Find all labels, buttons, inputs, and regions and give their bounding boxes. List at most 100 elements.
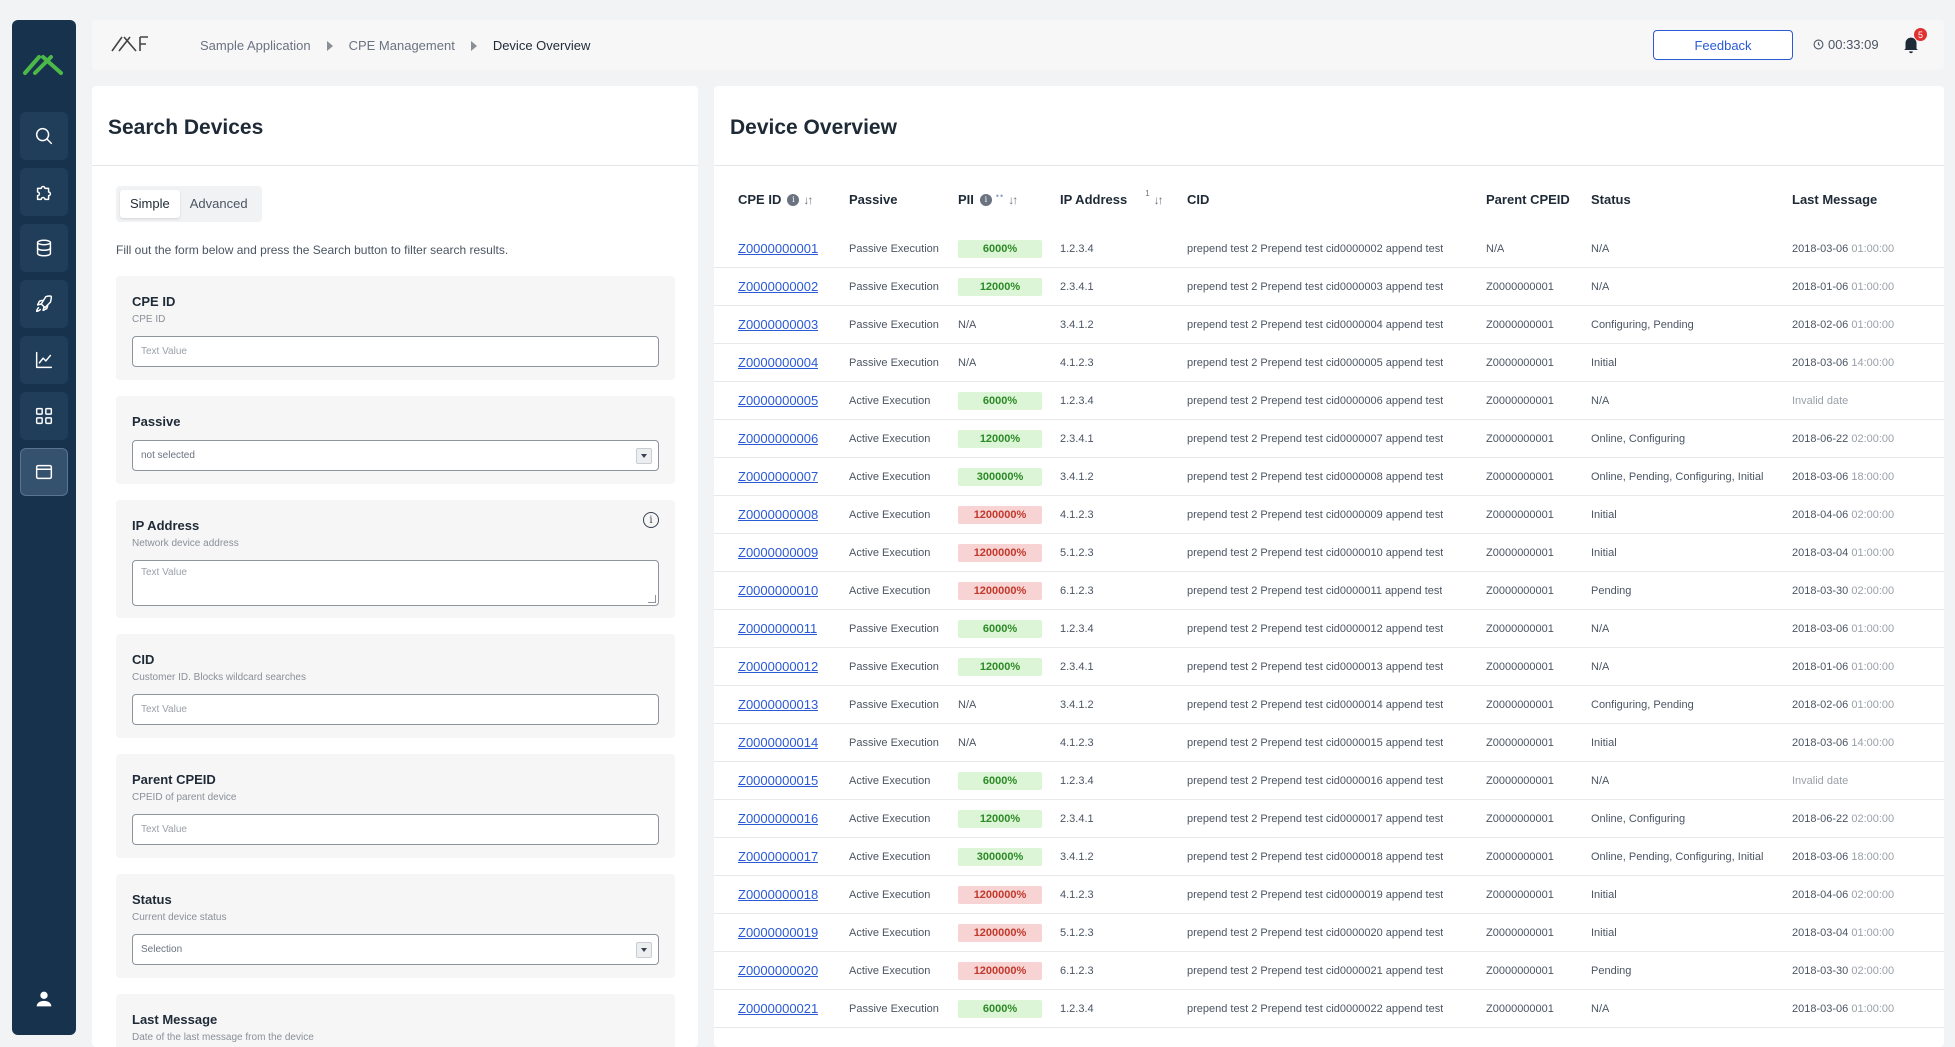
table-row[interactable]: Z0000000001 Passive Execution 6000% 1.2.3.4… (714, 230, 1944, 268)
rocket-icon (35, 295, 53, 313)
column-header-cpe-id[interactable]: CPE ID i ↓↑ (738, 186, 813, 214)
cpe-id-link[interactable]: Z0000000011 (738, 621, 817, 636)
table-row[interactable]: Z0000000007 Active Execution 300000% 3.4.1.… (714, 458, 1944, 496)
breadcrumb-cpe-management[interactable]: CPE Management (349, 38, 455, 53)
cpe-id-link[interactable]: Z0000000014 (738, 735, 818, 750)
cpe-id-link[interactable]: Z0000000018 (738, 887, 818, 902)
table-row[interactable]: Z0000000004 Passive Execution N/A 4.1.2.3 pr… (714, 344, 1944, 382)
cid-cell: prepend test 2 Prepend test cid0000009 a… (1187, 509, 1444, 521)
nav-search[interactable] (20, 112, 68, 160)
table-row[interactable]: Z0000000003 Passive Execution N/A 3.4.1.2 pr… (714, 306, 1944, 344)
table-row[interactable]: Z0000000002 Passive Execution 12000% 2.3.4.… (714, 268, 1944, 306)
parent-cpeid-input[interactable]: Text Value (132, 814, 659, 845)
ip-address-input[interactable]: Text Value (132, 560, 659, 606)
sort-icon[interactable]: ↓↑ (1008, 186, 1018, 214)
cpe-id-link[interactable]: Z0000000019 (738, 925, 818, 940)
mode-advanced[interactable]: Advanced (180, 190, 258, 218)
nav-analytics[interactable] (20, 336, 68, 384)
cpe-id-input[interactable]: Text Value (132, 336, 659, 367)
nav-deploy[interactable] (20, 280, 68, 328)
breadcrumb-sample-application[interactable]: Sample Application (200, 38, 311, 53)
last-message-cell: 2018-04-06 02:00:00 (1792, 496, 1894, 534)
column-header-pii[interactable]: PII i •• ↓↑ (958, 186, 1018, 214)
cpe-id-cell: Z0000000012 (738, 648, 818, 686)
overview-title: Device Overview (730, 116, 897, 139)
cpe-id-cell: Z0000000003 (738, 306, 818, 344)
app-logo[interactable] (12, 44, 76, 84)
table-row[interactable]: Z0000000008 Active Execution 1200000% 4.1.2… (714, 496, 1944, 534)
table-row[interactable]: Z0000000014 Passive Execution N/A 4.1.2.3 pr… (714, 724, 1944, 762)
cpe-id-link[interactable]: Z0000000006 (738, 431, 818, 446)
cpe-id-link[interactable]: Z0000000007 (738, 469, 818, 484)
passive-cell: Passive Execution (849, 661, 939, 673)
nav-database[interactable] (20, 224, 68, 272)
cid-input[interactable]: Text Value (132, 694, 659, 725)
column-header-last-message[interactable]: Last Message (1792, 186, 1877, 214)
column-label-ip-address: IP Address (1060, 192, 1128, 207)
cpe-id-link[interactable]: Z0000000008 (738, 507, 818, 522)
table-row[interactable]: Z0000000010 Active Execution 1200000% 6.1.2… (714, 572, 1944, 610)
status-select[interactable]: Selection (132, 934, 659, 965)
cpe-id-cell: Z0000000021 (738, 990, 818, 1028)
cpe-id-link[interactable]: Z0000000016 (738, 811, 818, 826)
user-profile-button[interactable] (20, 975, 68, 1023)
cpe-id-link[interactable]: Z0000000020 (738, 963, 818, 978)
nav-devices[interactable] (20, 448, 68, 496)
cpe-id-link[interactable]: Z0000000004 (738, 355, 818, 370)
table-row[interactable]: Z0000000006 Active Execution 12000% 2.3.4.1… (714, 420, 1944, 458)
pii-cell: 1200000% (958, 572, 1042, 610)
pii-cell: 1200000% (958, 876, 1042, 914)
sort-icon[interactable]: ↓↑ (803, 186, 813, 214)
pii-cell: 1200000% (958, 496, 1042, 534)
table-row[interactable]: Z0000000015 Active Execution 6000% 1.2.3.4 p… (714, 762, 1944, 800)
cpe-id-link[interactable]: Z0000000005 (738, 393, 818, 408)
resize-handle-icon[interactable] (648, 595, 656, 603)
more-icon[interactable]: •• (996, 182, 1004, 210)
cpe-id-link[interactable]: Z0000000001 (738, 241, 818, 256)
table-row[interactable]: Z0000000020 Active Execution 1200000% 6.1.2… (714, 952, 1944, 990)
feedback-button[interactable]: Feedback (1653, 30, 1793, 60)
passive-select[interactable]: not selected (132, 440, 659, 471)
info-icon[interactable]: i (979, 194, 992, 206)
table-row[interactable]: Z0000000013 Passive Execution N/A 3.4.1.2 pr… (714, 686, 1944, 724)
nav-extensions[interactable] (20, 168, 68, 216)
passive-cell: Active Execution (849, 965, 931, 977)
last-message-date: 2018-02-06 (1792, 319, 1852, 331)
column-header-ip-address[interactable]: IP Address 1 ↓↑ (1060, 186, 1164, 214)
cpe-id-link[interactable]: Z0000000017 (738, 849, 818, 864)
cpe-id-link[interactable]: Z0000000021 (738, 1001, 818, 1016)
column-header-status[interactable]: Status (1591, 186, 1631, 214)
cpe-id-link[interactable]: Z0000000015 (738, 773, 818, 788)
column-header-passive[interactable]: Passive (849, 186, 897, 214)
notifications-button[interactable]: 5 (1900, 28, 1927, 57)
cid-cell: prepend test 2 Prepend test cid0000013 a… (1187, 661, 1444, 673)
table-row[interactable]: Z0000000017 Active Execution 300000% 3.4.1.… (714, 838, 1944, 876)
cpe-id-link[interactable]: Z0000000003 (738, 317, 818, 332)
last-message-time: 01:00:00 (1851, 699, 1895, 711)
last-message-time: 02:00:00 (1851, 509, 1895, 521)
info-icon[interactable]: i (643, 512, 659, 528)
passive-cell: Passive Execution (849, 1003, 939, 1015)
info-icon[interactable]: i (787, 194, 800, 206)
cpe-id-link[interactable]: Z0000000002 (738, 279, 818, 294)
sort-icon[interactable]: ↓↑ (1154, 186, 1164, 214)
cpe-id-link[interactable]: Z0000000013 (738, 697, 818, 712)
column-header-cid[interactable]: CID (1187, 186, 1209, 214)
table-row[interactable]: Z0000000018 Active Execution 1200000% 4.1.2… (714, 876, 1944, 914)
table-row[interactable]: Z0000000019 Active Execution 1200000% 5.1.2… (714, 914, 1944, 952)
table-row[interactable]: Z0000000016 Active Execution 12000% 2.3.4.1… (714, 800, 1944, 838)
brand-logo[interactable] (110, 34, 162, 57)
nav-apps[interactable] (20, 392, 68, 440)
table-row[interactable]: Z0000000005 Active Execution 6000% 1.2.3.4 p… (714, 382, 1944, 420)
table-row[interactable]: Z0000000011 Passive Execution 6000% 1.2.3.4… (714, 610, 1944, 648)
table-row[interactable]: Z0000000009 Active Execution 1200000% 5.1.2… (714, 534, 1944, 572)
cpe-id-link[interactable]: Z0000000010 (738, 583, 818, 598)
pii-badge: 1200000% (958, 924, 1042, 943)
cpe-id-link[interactable]: Z0000000012 (738, 659, 818, 674)
search-devices-panel: Search Devices Simple Advanced Fill out … (92, 86, 698, 1047)
cpe-id-link[interactable]: Z0000000009 (738, 545, 818, 560)
table-row[interactable]: Z0000000012 Passive Execution 12000% 2.3.4.… (714, 648, 1944, 686)
column-header-parent-cpeid[interactable]: Parent CPEID (1486, 186, 1570, 214)
table-row[interactable]: Z0000000021 Passive Execution 6000% 1.2.3.4… (714, 990, 1944, 1028)
mode-simple[interactable]: Simple (120, 190, 180, 218)
